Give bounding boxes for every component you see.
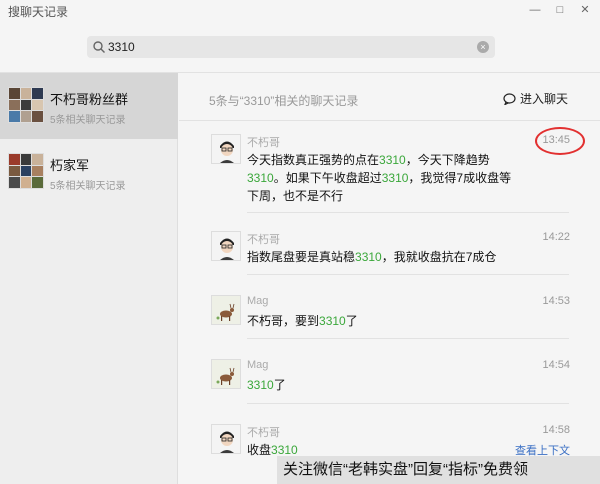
enter-chat-label: 进入聊天 xyxy=(519,92,568,106)
text-segment: 不朽哥，要到 xyxy=(247,314,320,328)
close-button[interactable]: ✕ xyxy=(576,2,594,18)
keyword-highlight: 3310 xyxy=(247,171,274,185)
message-divider xyxy=(247,274,569,275)
group-record-count: 5条相关聊天记录 xyxy=(50,115,126,126)
message-time: 14:22 xyxy=(542,231,570,243)
sender-name: 不朽哥 xyxy=(247,137,280,149)
message-divider xyxy=(247,403,569,404)
keyword-highlight: 3310 xyxy=(381,171,409,185)
avatar xyxy=(211,231,241,261)
annotation-circle xyxy=(535,127,585,155)
text-segment: 收盘 xyxy=(247,443,272,457)
message-text: 不朽哥，要到3310了 xyxy=(247,312,517,330)
text-segment: 了 xyxy=(345,314,358,328)
maximize-button[interactable]: □ xyxy=(551,2,569,18)
message-text: 指数尾盘要是真站稳3310，我就收盘抗在7成仓 xyxy=(247,248,517,266)
text-segment: 指数尾盘要是真站稳 xyxy=(247,250,356,264)
avatar xyxy=(211,295,241,325)
group-avatar xyxy=(8,87,44,123)
title-bar: 搜聊天记录 — □ ✕ xyxy=(0,0,600,22)
sender-name: 不朽哥 xyxy=(247,234,280,246)
group-name: 不朽哥粉丝群 xyxy=(50,92,129,107)
results-summary: 5条与“3310”相关的聊天记录 xyxy=(209,94,359,108)
chat-group-list: 不朽哥粉丝群 5条相关聊天记录 朽家军 5条相关聊天记录 xyxy=(0,73,178,484)
group-avatar xyxy=(8,153,44,189)
group-item-xiujiajun[interactable]: 朽家军 5条相关聊天记录 xyxy=(0,139,178,205)
deer-avatar-icon xyxy=(212,360,240,388)
clear-search-icon[interactable]: × xyxy=(477,41,489,53)
text-segment: ，今天下降趋势 xyxy=(405,153,490,167)
search-box[interactable]: × xyxy=(87,36,495,58)
message-time: 14:54 xyxy=(542,359,570,371)
text-segment: 。如果下午收盘超过 xyxy=(273,171,382,185)
enter-chat-button[interactable]: 进入聊天 xyxy=(503,90,568,107)
group-name: 朽家军 xyxy=(50,158,90,173)
search-results-panel: 5条与“3310”相关的聊天记录 进入聊天 不朽哥 13:45 今天指数真正强势… xyxy=(179,73,600,484)
search-input[interactable] xyxy=(108,38,468,56)
keyword-highlight: 3310 xyxy=(355,250,382,264)
chat-bubble-icon xyxy=(503,92,516,105)
avatar xyxy=(211,424,241,454)
avatar xyxy=(211,359,241,389)
message-time: 14:58 xyxy=(542,424,570,436)
message-divider xyxy=(247,338,569,339)
message-time: 14:53 xyxy=(542,295,570,307)
message-text: 3310了 xyxy=(247,376,517,394)
group-record-count: 5条相关聊天记录 xyxy=(50,181,126,192)
group-item-fans[interactable]: 不朽哥粉丝群 5条相关聊天记录 xyxy=(0,73,178,139)
results-divider xyxy=(179,120,600,121)
keyword-highlight: 3310 xyxy=(271,443,298,457)
sender-name: 不朽哥 xyxy=(247,427,280,439)
person-avatar-icon xyxy=(212,232,240,260)
minimize-button[interactable]: — xyxy=(526,2,544,18)
person-avatar-icon xyxy=(212,425,240,453)
text-segment: 今天指数真正强势的点在 xyxy=(247,153,380,167)
keyword-highlight: 3310 xyxy=(319,314,346,328)
search-chat-window: 搜聊天记录 — □ ✕ × 不朽哥粉丝群 5条相关聊天记录 xyxy=(0,0,600,484)
sender-name: Mag xyxy=(247,295,269,307)
sender-name: Mag xyxy=(247,359,269,371)
message-text: 今天指数真正强势的点在3310，今天下降趋势3310。如果下午收盘超过3310，… xyxy=(247,151,517,205)
window-title: 搜聊天记录 xyxy=(8,5,69,19)
person-avatar-icon xyxy=(212,135,240,163)
deer-avatar-icon xyxy=(212,296,240,324)
search-icon xyxy=(93,41,105,53)
keyword-highlight: 3310 xyxy=(379,153,406,167)
text-segment: 了 xyxy=(273,378,286,392)
promo-banner: 关注微信“老韩实盘”回复“指标”免费领 xyxy=(277,456,600,484)
avatar xyxy=(211,134,241,164)
message-divider xyxy=(247,212,569,213)
text-segment: ，我就收盘抗在7成仓 xyxy=(381,250,497,264)
keyword-highlight: 3310 xyxy=(247,378,274,392)
